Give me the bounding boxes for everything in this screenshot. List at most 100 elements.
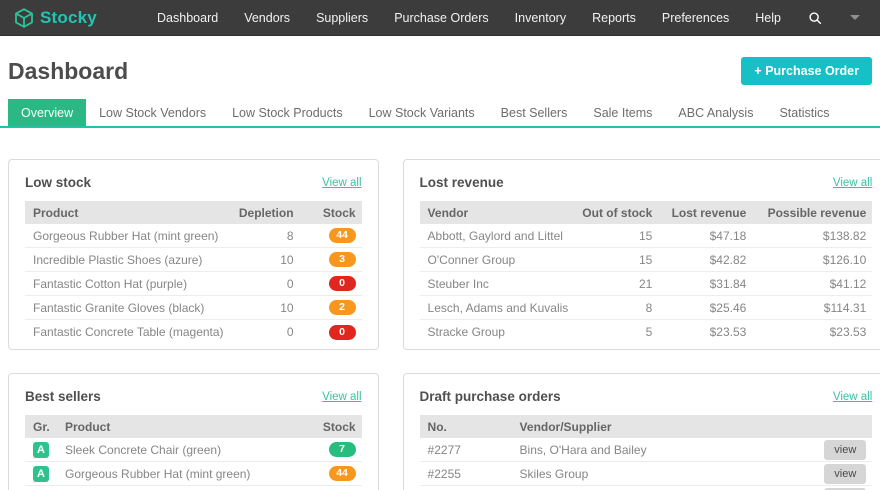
grade-badge: A (33, 466, 49, 482)
vendor-cell: Lesch, Adams and Kuvalis (420, 301, 575, 315)
brand-name: Stocky (40, 8, 97, 28)
column-number: No. (420, 420, 514, 434)
table-row: #2255Skiles Groupview (420, 462, 873, 486)
out-of-stock-cell: 5 (574, 325, 658, 339)
view-button[interactable]: view (824, 464, 866, 484)
tab-best-sellers[interactable]: Best Sellers (488, 99, 581, 126)
tab-low-stock-products[interactable]: Low Stock Products (219, 99, 355, 126)
stock-cell: 44 (300, 466, 362, 481)
column-possible-revenue: Possible revenue (752, 206, 872, 220)
stock-cell: 0 (300, 276, 362, 291)
depletion-cell: 0 (230, 325, 300, 339)
product-cell: Sleek Concrete Chair (green) (59, 443, 300, 457)
column-grade: Gr. (25, 420, 59, 434)
table-header: No. Vendor/Supplier (420, 415, 873, 438)
stock-cell: 0 (300, 325, 362, 340)
product-cell: Incredible Plastic Shoes (azure) (25, 253, 230, 267)
grade-cell: A (25, 466, 59, 482)
stock-badge: 3 (329, 252, 356, 267)
stocky-box-icon (12, 6, 36, 30)
stock-badge: 0 (329, 276, 356, 291)
out-of-stock-cell: 8 (574, 301, 658, 315)
stock-badge: 44 (329, 466, 356, 481)
lost-revenue-panel: Lost revenue View all Vendor Out of stoc… (403, 159, 880, 350)
new-purchase-order-button[interactable]: + Purchase Order (741, 57, 872, 85)
table-header: Product Depletion Stock (25, 201, 362, 224)
table-row: Fantastic Concrete Table (magenta)00 (25, 320, 362, 344)
out-of-stock-cell: 15 (574, 253, 658, 267)
tab-sale-items[interactable]: Sale Items (580, 99, 665, 126)
column-depletion: Depletion (230, 206, 300, 220)
table-row: Fantastic Cotton Hat (purple)00 (25, 272, 362, 296)
vendor-cell: Stracke Group (420, 325, 575, 339)
lost-revenue-cell: $47.18 (658, 229, 752, 243)
nav-item-dashboard[interactable]: Dashboard (144, 11, 231, 25)
column-product: Product (59, 420, 300, 434)
best-sellers-view-all-link[interactable]: View all (322, 391, 361, 403)
lost-revenue-cell: $25.46 (658, 301, 752, 315)
product-cell: Gorgeous Rubber Hat (mint green) (59, 467, 300, 481)
nav-links: DashboardVendorsSuppliersPurchase Orders… (144, 11, 794, 25)
nav-item-vendors[interactable]: Vendors (231, 11, 303, 25)
depletion-cell: 10 (230, 253, 300, 267)
tab-abc-analysis[interactable]: ABC Analysis (665, 99, 766, 126)
column-product: Product (25, 206, 230, 220)
vendor-cell: O'Conner Group (420, 253, 575, 267)
lost-revenue-view-all-link[interactable]: View all (833, 177, 872, 189)
stock-cell: 2 (300, 300, 362, 315)
table-row: Stracke Group5$23.53$23.53 (420, 320, 873, 344)
possible-revenue-cell: $126.10 (752, 253, 872, 267)
table-row: A Sleek Concrete Chair (green) 7 (25, 438, 362, 462)
column-lost-revenue: Lost revenue (658, 206, 752, 220)
nav-item-purchase-orders[interactable]: Purchase Orders (381, 11, 501, 25)
table-row: Abbott, Gaylord and Littel15$47.18$138.8… (420, 224, 873, 248)
table-row: #2277Bins, O'Hara and Baileyview (420, 438, 873, 462)
search-icon[interactable] (802, 11, 828, 25)
chevron-down-icon[interactable] (850, 15, 860, 20)
nav-item-inventory[interactable]: Inventory (502, 11, 579, 25)
draft-po-view-all-link[interactable]: View all (833, 391, 872, 403)
tab-low-stock-variants[interactable]: Low Stock Variants (356, 99, 488, 126)
vendor-cell: Abbott, Gaylord and Littel (420, 229, 575, 243)
column-vendor-supplier: Vendor/Supplier (514, 420, 809, 434)
stock-badge: 2 (329, 300, 356, 315)
lost-revenue-cell: $23.53 (658, 325, 752, 339)
grade-badge: A (33, 442, 49, 458)
table-row: ASmall Concrete Table (red)20 (25, 486, 362, 490)
view-button[interactable]: view (824, 440, 866, 460)
possible-revenue-cell: $23.53 (752, 325, 872, 339)
grade-cell: A (25, 442, 59, 458)
vendor-cell: Steuber Inc (420, 277, 575, 291)
stock-cell: 44 (300, 228, 362, 243)
nav-item-help[interactable]: Help (742, 11, 794, 25)
action-cell: view (808, 464, 872, 484)
column-stock: Stock (300, 420, 362, 434)
product-cell: Fantastic Concrete Table (magenta) (25, 325, 230, 339)
out-of-stock-cell: 15 (574, 229, 658, 243)
out-of-stock-cell: 21 (574, 277, 658, 291)
nav-item-preferences[interactable]: Preferences (649, 11, 742, 25)
tab-low-stock-vendors[interactable]: Low Stock Vendors (86, 99, 219, 126)
stock-cell: 7 (300, 442, 362, 457)
stock-badge: 7 (329, 442, 356, 457)
panel-title: Draft purchase orders (420, 389, 561, 404)
panel-title: Low stock (25, 175, 91, 190)
stock-badge: 44 (329, 228, 356, 243)
product-cell: Gorgeous Rubber Hat (mint green) (25, 229, 230, 243)
depletion-cell: 10 (230, 301, 300, 315)
brand-logo[interactable]: Stocky (12, 6, 97, 30)
lost-revenue-cell: $42.82 (658, 253, 752, 267)
table-row: Fantastic Granite Gloves (black)102 (25, 296, 362, 320)
nav-item-reports[interactable]: Reports (579, 11, 649, 25)
panel-title: Best sellers (25, 389, 101, 404)
tab-statistics[interactable]: Statistics (766, 99, 842, 126)
table-row: #2252Olson, Carter and Whiteview (420, 486, 873, 490)
table-row: Lesch, Adams and Kuvalis8$25.46$114.31 (420, 296, 873, 320)
table-row: Incredible Plastic Shoes (azure)10 3 (25, 248, 362, 272)
low-stock-view-all-link[interactable]: View all (322, 177, 361, 189)
tab-overview[interactable]: Overview (8, 99, 86, 126)
table-row: Gorgeous Rubber Hat (mint green)844 (25, 224, 362, 248)
best-sellers-panel: Best sellers View all Gr. Product Stock … (8, 373, 379, 490)
nav-item-suppliers[interactable]: Suppliers (303, 11, 381, 25)
low-stock-panel: Low stock View all Product Depletion Sto… (8, 159, 379, 350)
